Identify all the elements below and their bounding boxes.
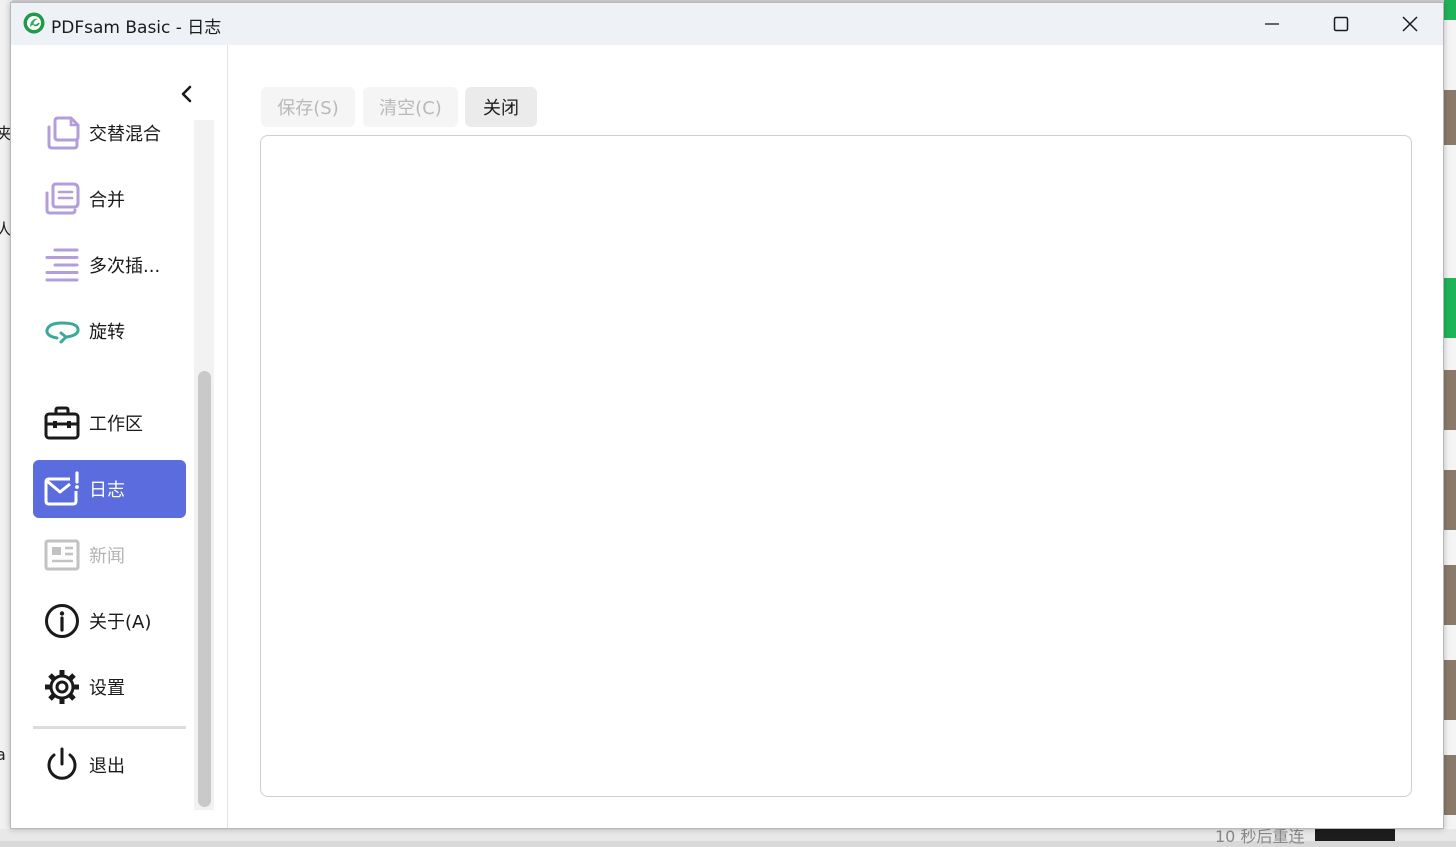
sidebar-item-news[interactable]: 新闻: [33, 526, 186, 584]
sidebar-item-workspace[interactable]: 工作区: [33, 394, 186, 452]
sidebar-item-label: 设置: [89, 678, 125, 699]
sidebar-item-label: 新闻: [89, 546, 125, 567]
title-bar[interactable]: PDFsam Basic - 日志: [11, 3, 1443, 45]
sidebar-item-label: 退出: [89, 756, 125, 777]
sidebar-divider: [33, 726, 186, 729]
sidebar-item-label: 交替混合: [89, 124, 161, 145]
sidebar-item-label: 日志: [89, 480, 125, 501]
maximize-icon: [1333, 16, 1349, 32]
sidebar-item-label: 合并: [89, 190, 125, 211]
background-right-strip: [1444, 0, 1456, 841]
log-text-area[interactable]: [260, 135, 1412, 797]
log-icon: [43, 470, 81, 508]
sidebar-item-about[interactable]: 关于(A): [33, 592, 186, 650]
rotate-icon: [43, 312, 81, 350]
background-text-fragment: a: [0, 745, 6, 764]
sidebar: 交替混合 合并 多次插... 旋转 工作区 日志 新闻 关于(A) 设置 退出: [11, 45, 228, 828]
chevron-left-icon: [181, 85, 192, 103]
log-panel: 保存(S) 清空(C) 关闭: [228, 45, 1443, 828]
multiple-insert-icon: [43, 246, 81, 284]
sidebar-item-merge[interactable]: 合并: [33, 170, 186, 228]
save-button[interactable]: 保存(S): [261, 87, 355, 127]
close-icon: [1402, 16, 1418, 32]
sidebar-item-label: 关于(A): [89, 612, 152, 633]
sidebar-item-log[interactable]: 日志: [33, 460, 186, 518]
merge-icon: [43, 180, 81, 218]
sidebar-item-rotate[interactable]: 旋转: [33, 302, 186, 360]
sidebar-scrollbar-thumb[interactable]: [198, 371, 211, 807]
background-bottom-strip: 10 秒后重连: [0, 827, 1456, 846]
clear-button[interactable]: 清空(C): [363, 87, 458, 127]
sidebar-item-settings[interactable]: 设置: [33, 658, 186, 716]
news-icon: [43, 536, 81, 574]
close-window-button[interactable]: [1375, 3, 1443, 45]
maximize-button[interactable]: [1306, 3, 1376, 45]
close-button[interactable]: 关闭: [465, 87, 537, 127]
gear-icon: [43, 668, 81, 706]
briefcase-icon: [43, 404, 81, 442]
sidebar-item-multiple-insert[interactable]: 多次插...: [33, 236, 186, 294]
sidebar-item-label: 工作区: [89, 414, 143, 435]
info-icon: [43, 602, 81, 640]
minimize-icon: [1265, 23, 1279, 25]
minimize-button[interactable]: [1237, 3, 1307, 45]
power-icon: [43, 746, 81, 784]
sidebar-item-label: 旋转: [89, 322, 125, 343]
alternate-mix-icon: [43, 114, 81, 152]
app-window: PDFsam Basic - 日志 交替混合 合并 多次插... 旋转 工作区 …: [10, 2, 1444, 829]
pdfsam-logo-icon: [23, 12, 45, 34]
sidebar-item-label: 多次插...: [89, 256, 161, 277]
sidebar-item-alternate-mix[interactable]: 交替混合: [33, 104, 186, 162]
sidebar-item-exit[interactable]: 退出: [33, 736, 186, 794]
window-title: PDFsam Basic - 日志: [51, 18, 222, 38]
